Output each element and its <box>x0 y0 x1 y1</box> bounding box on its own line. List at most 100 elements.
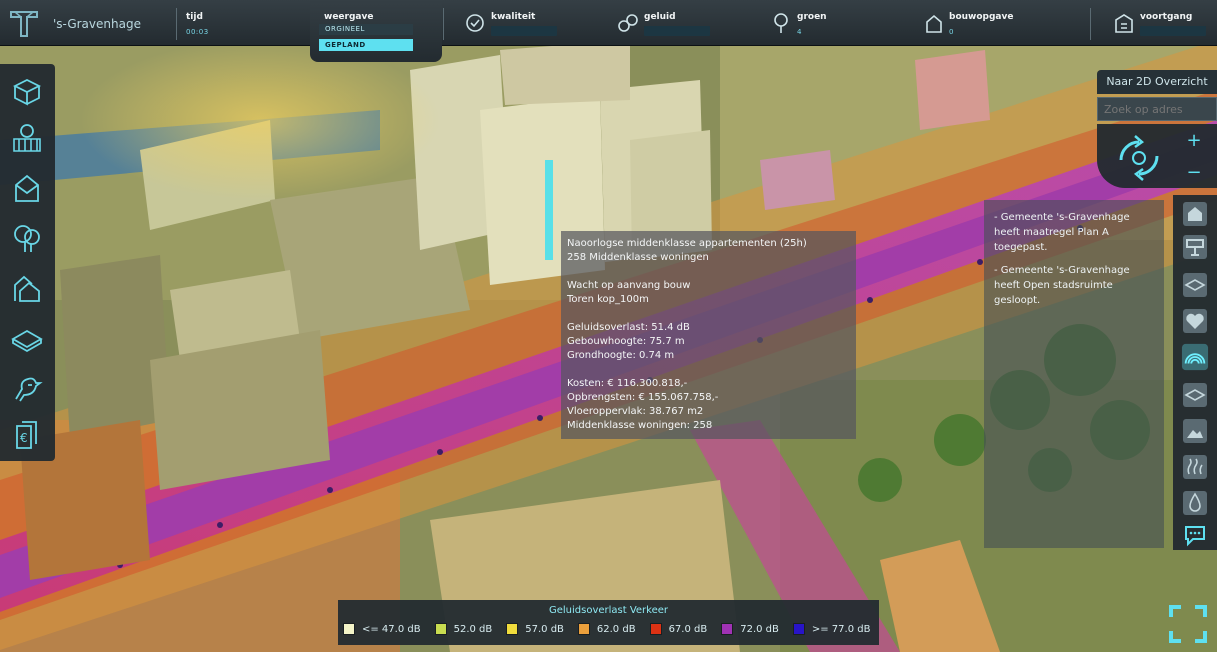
popup-units: Middenklasse woningen: 258 <box>567 420 713 431</box>
popup-floor-area: Vloeroppervlak: 38.767 m2 <box>567 406 704 417</box>
notification-item: - Gemeente 's-Gravenhage heeft maatregel… <box>994 212 1130 253</box>
view-option-original[interactable]: ORGINEEL <box>319 24 413 35</box>
nature-tool-button[interactable] <box>8 369 46 407</box>
popup-status: Wacht op aanvang bouw <box>567 280 691 291</box>
rotate-camera-icon[interactable] <box>1109 130 1169 186</box>
housing-tool-button[interactable] <box>8 169 46 207</box>
noise-legend: Geluidsoverlast Verkeer <= 47.0 dB 52.0 d… <box>338 600 879 645</box>
health-button[interactable] <box>1181 307 1209 335</box>
legend-item: <= 47.0 dB <box>343 623 421 635</box>
time-label: tijd <box>186 12 203 22</box>
top-bar: 's-Gravenhage tijd 00:03 weergave ORGINE… <box>0 0 1217 62</box>
heart-icon <box>1183 309 1207 333</box>
bird-icon <box>15 377 43 402</box>
legend-swatch <box>792 623 805 635</box>
indicator-value: 0 <box>949 28 954 36</box>
legend-label: 57.0 dB <box>525 623 564 635</box>
popup-subtitle: 258 Middenklasse woningen <box>567 252 709 263</box>
land-icon <box>11 329 43 353</box>
svg-text:€: € <box>20 431 28 445</box>
time-value: 00:03 <box>186 28 209 36</box>
legend-items: <= 47.0 dB 52.0 dB 57.0 dB 62.0 dB 67.0 dB 72… <box>343 623 878 635</box>
indicator-label: geluid <box>644 12 676 22</box>
legend-swatch <box>434 623 447 635</box>
zoom-out-button[interactable]: − <box>1184 163 1204 183</box>
noise-overlay-button[interactable] <box>1181 343 1209 371</box>
indicator-label: bouwopgave <box>949 12 1014 22</box>
legend-item: 72.0 dB <box>721 623 779 635</box>
sign-button[interactable] <box>1181 233 1209 261</box>
house-icon <box>15 174 39 202</box>
home-button[interactable] <box>1181 200 1209 228</box>
popup-revenue: Opbrengsten: € 155.067.758,- <box>567 392 719 403</box>
heat-overlay-button[interactable] <box>1181 453 1209 481</box>
city-name: 's-Gravenhage <box>53 17 141 31</box>
chat-icon <box>1185 526 1205 547</box>
legend-swatch <box>506 623 519 635</box>
tree-icon <box>774 13 788 33</box>
legend-swatch <box>649 623 662 635</box>
indicator-bar <box>644 26 710 36</box>
terrain-overlay-button[interactable] <box>1181 381 1209 409</box>
houses-icon <box>14 275 40 302</box>
view-label: weergave <box>324 12 374 22</box>
tygron-logo-icon[interactable] <box>0 0 48 46</box>
overview-2d-button[interactable]: Naar 2D Overzicht <box>1097 70 1217 94</box>
divider <box>443 8 444 40</box>
indicator-label: kwaliteit <box>491 12 536 22</box>
notification-panel: - Gemeente 's-Gravenhage heeft maatregel… <box>984 200 1164 548</box>
right-overlay-rail <box>1173 195 1217 550</box>
popup-costs: Kosten: € 116.300.818,- <box>567 378 688 389</box>
heat-icon <box>1183 455 1207 479</box>
money-icon: € <box>16 421 37 449</box>
soundwave-icon <box>1181 343 1209 371</box>
sign-icon <box>1183 235 1207 259</box>
legend-swatch <box>721 623 734 635</box>
notification-item: - Gemeente 's-Gravenhage heeft Open stad… <box>994 265 1130 306</box>
legend-item: 52.0 dB <box>434 623 493 635</box>
legend-item: 67.0 dB <box>649 623 708 635</box>
divider <box>176 8 177 40</box>
map-layer-button[interactable] <box>1181 271 1209 299</box>
popup-building-name: Toren kop_100m <box>567 294 649 305</box>
indicator-value: 4 <box>797 28 802 36</box>
zoom-in-button[interactable]: + <box>1184 131 1204 151</box>
popup-ground: Grondhoogte: 0.74 m <box>567 350 675 361</box>
view-selector[interactable]: weergave ORGINEEL GEPLAND <box>310 0 442 62</box>
water-icon <box>1183 491 1207 515</box>
image-icon <box>1183 419 1207 443</box>
legend-swatch <box>577 623 590 635</box>
indicator-label: groen <box>797 12 827 22</box>
water-overlay-button[interactable] <box>1181 489 1209 517</box>
legend-label: 52.0 dB <box>453 623 493 635</box>
tree-icon <box>14 225 40 252</box>
legend-label: 72.0 dB <box>740 623 779 635</box>
demolish-tool-button[interactable] <box>8 119 46 157</box>
legend-label: <= 47.0 dB <box>362 623 421 635</box>
zoning-tool-button[interactable] <box>8 269 46 307</box>
legend-label: 67.0 dB <box>668 623 708 635</box>
terrain-tool-button[interactable] <box>8 319 46 357</box>
popup-noise: Geluidsoverlast: 51.4 dB <box>567 322 690 333</box>
build-tool-button[interactable] <box>8 72 46 110</box>
box-icon <box>12 78 42 106</box>
bulldozer-icon <box>13 124 41 152</box>
legend-item: 57.0 dB <box>506 623 564 635</box>
star-icon <box>466 14 484 32</box>
fullscreen-icon[interactable] <box>1168 604 1208 644</box>
popup-title: Naoorlogse middenklasse appartementen (2… <box>567 238 807 249</box>
green-tool-button[interactable] <box>8 219 46 257</box>
layers-alt-icon <box>1183 383 1207 407</box>
image-overlay-button[interactable] <box>1181 417 1209 445</box>
address-search-input[interactable] <box>1097 97 1217 121</box>
indicator-bar <box>1140 26 1206 36</box>
chat-button[interactable] <box>1181 521 1209 549</box>
noise-icon <box>618 14 638 32</box>
divider <box>1090 8 1091 40</box>
view-option-planned[interactable]: GEPLAND <box>319 39 413 51</box>
layers-icon <box>1183 273 1207 297</box>
legend-item: 62.0 dB <box>577 623 636 635</box>
indicator-bar <box>491 26 557 36</box>
finance-tool-button[interactable]: € <box>8 416 46 454</box>
popup-height: Gebouwhoogte: 75.7 m <box>567 336 685 347</box>
